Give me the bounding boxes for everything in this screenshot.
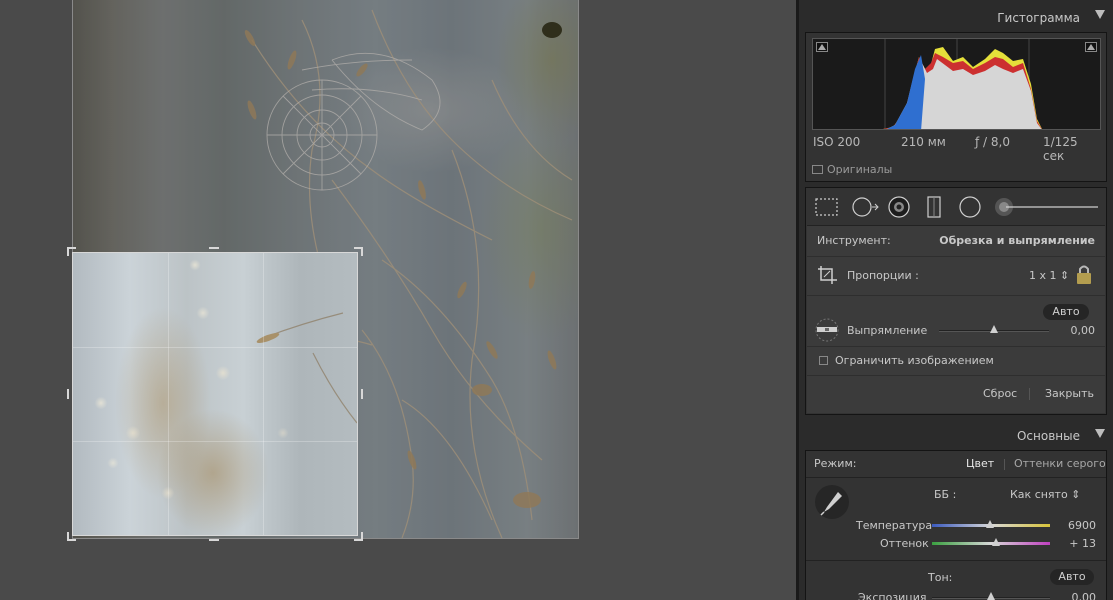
tool-label: Инструмент:	[817, 234, 891, 247]
constrain-row: Ограничить изображением	[807, 347, 1105, 375]
red-eye-icon[interactable]	[887, 196, 911, 218]
wb-label: ББ :	[934, 488, 957, 501]
eyedropper-icon[interactable]	[814, 484, 850, 520]
tint-slider-thumb[interactable]	[992, 538, 1000, 546]
collapse-triangle-icon[interactable]	[1095, 429, 1105, 438]
right-panel: Гистограмма ISO 200 210 мм ƒ / 8,0 1/125…	[796, 0, 1113, 600]
tool-panel: Инструмент: Обрезка и выпрямление Пропор…	[805, 187, 1107, 415]
temperature-label: Температура	[856, 519, 933, 532]
radial-filter-icon[interactable]	[958, 196, 982, 218]
close-button[interactable]: Закрыть	[1045, 387, 1094, 400]
histogram-title: Гистограмма	[997, 11, 1080, 25]
straighten-label: Выпрямление	[847, 324, 928, 337]
crop-grass	[256, 312, 357, 424]
histogram-panel: ISO 200 210 мм ƒ / 8,0 1/125 сек Оригина…	[805, 32, 1107, 182]
exif-info: ISO 200 210 мм ƒ / 8,0 1/125 сек	[813, 135, 1101, 163]
crop-area[interactable]	[72, 252, 358, 536]
crop-handle-left[interactable]	[67, 389, 69, 399]
aperture-value: ƒ / 8,0	[975, 135, 1010, 149]
originals-label: Оригиналы	[827, 163, 893, 176]
aspect-value: 1 x 1	[1029, 269, 1057, 282]
mode-row: Режим: Цвет Оттенки серого	[806, 451, 1106, 477]
originals-toggle[interactable]: Оригиналы	[812, 163, 892, 176]
crop-grid-line	[263, 253, 264, 535]
crop-handle-right[interactable]	[361, 389, 363, 399]
mode-label: Режим:	[814, 457, 857, 470]
mode-color-button[interactable]: Цвет	[966, 457, 994, 470]
tool-name-row: Инструмент: Обрезка и выпрямление	[807, 226, 1105, 256]
crop-grid-line	[73, 347, 357, 348]
tone-row: Тон: Авто Экспозиция 0,00	[806, 561, 1106, 600]
divider	[1004, 459, 1005, 470]
reset-button[interactable]: Сброс	[983, 387, 1017, 400]
crop-handle-bottom[interactable]	[209, 539, 219, 541]
aspect-select[interactable]: 1 x 1 ⇕	[1029, 269, 1069, 282]
basic-panel: Режим: Цвет Оттенки серого ББ : Как снят…	[805, 450, 1107, 600]
exposure-label: Экспозиция	[858, 591, 927, 600]
wb-value: Как снято	[1010, 488, 1068, 501]
exposure-slider-thumb[interactable]	[987, 592, 995, 600]
crop-options: Инструмент: Обрезка и выпрямление Пропор…	[807, 225, 1105, 413]
auto-tone-button[interactable]: Авто	[1050, 569, 1094, 585]
crop-handle-top-right[interactable]	[361, 247, 363, 256]
exposure-value[interactable]: 0,00	[1072, 591, 1097, 600]
updown-icon: ⇕	[1071, 488, 1081, 501]
crop-handle-top-left[interactable]	[67, 247, 69, 256]
divider	[1029, 388, 1030, 400]
straighten-value[interactable]: 0,00	[1071, 324, 1096, 337]
straighten-row: Авто Выпрямление 0,00	[807, 296, 1105, 346]
aspect-row: Пропорции : 1 x 1 ⇕	[807, 257, 1105, 295]
image-canvas[interactable]	[0, 0, 796, 600]
crop-tool-icon[interactable]	[814, 196, 840, 218]
basic-header[interactable]: Основные	[799, 420, 1113, 452]
shadow-clip-icon[interactable]	[816, 42, 828, 52]
tool-strip	[806, 188, 1106, 224]
crop-grid-line	[168, 253, 169, 535]
tint-value[interactable]: + 13	[1069, 537, 1096, 550]
originals-checkbox[interactable]	[812, 165, 823, 174]
auto-straighten-button[interactable]: Авто	[1043, 304, 1089, 320]
histogram-header[interactable]: Гистограмма	[799, 0, 1113, 32]
shutter-value: 1/125 сек	[1043, 135, 1078, 163]
tone-label: Тон:	[928, 571, 953, 584]
histogram-curve	[883, 39, 1042, 129]
temperature-value[interactable]: 6900	[1068, 519, 1096, 532]
adjustment-brush-icon[interactable]	[994, 196, 1100, 218]
spot-removal-icon[interactable]	[851, 196, 881, 218]
lock-icon[interactable]	[1075, 263, 1093, 285]
histogram-graph	[812, 38, 1101, 130]
basic-title: Основные	[1016, 429, 1080, 443]
highlight-clip-icon[interactable]	[1085, 42, 1097, 52]
focal-length-value: 210 мм	[901, 135, 946, 149]
constrain-checkbox[interactable]	[819, 356, 828, 365]
collapse-triangle-icon[interactable]	[1095, 10, 1105, 19]
wb-select[interactable]: Как снято ⇕	[1010, 488, 1080, 501]
crop-frame-icon[interactable]	[817, 265, 839, 285]
tint-label: Оттенок	[880, 537, 929, 550]
updown-icon: ⇕	[1060, 269, 1070, 282]
tint-slider[interactable]	[932, 542, 1050, 545]
mode-gray-button[interactable]: Оттенки серого	[1014, 457, 1106, 470]
crop-grid-line	[73, 441, 357, 442]
white-balance-row: ББ : Как снято ⇕ Температура 6900 Оттено…	[806, 478, 1106, 560]
crop-actions: Сброс Закрыть	[807, 376, 1105, 410]
crop-handle-bottom-right[interactable]	[361, 532, 363, 541]
straighten-slider-thumb[interactable]	[990, 325, 998, 333]
graduated-filter-icon[interactable]	[926, 196, 942, 218]
iso-value: ISO 200	[813, 135, 861, 149]
aspect-label: Пропорции :	[847, 269, 919, 282]
constrain-label[interactable]: Ограничить изображением	[835, 354, 994, 367]
crop-handle-top[interactable]	[209, 247, 219, 249]
level-icon[interactable]	[813, 318, 841, 342]
temperature-slider-thumb[interactable]	[986, 520, 994, 528]
crop-handle-bottom-left[interactable]	[67, 532, 69, 541]
tool-name: Обрезка и выпрямление	[939, 234, 1095, 247]
